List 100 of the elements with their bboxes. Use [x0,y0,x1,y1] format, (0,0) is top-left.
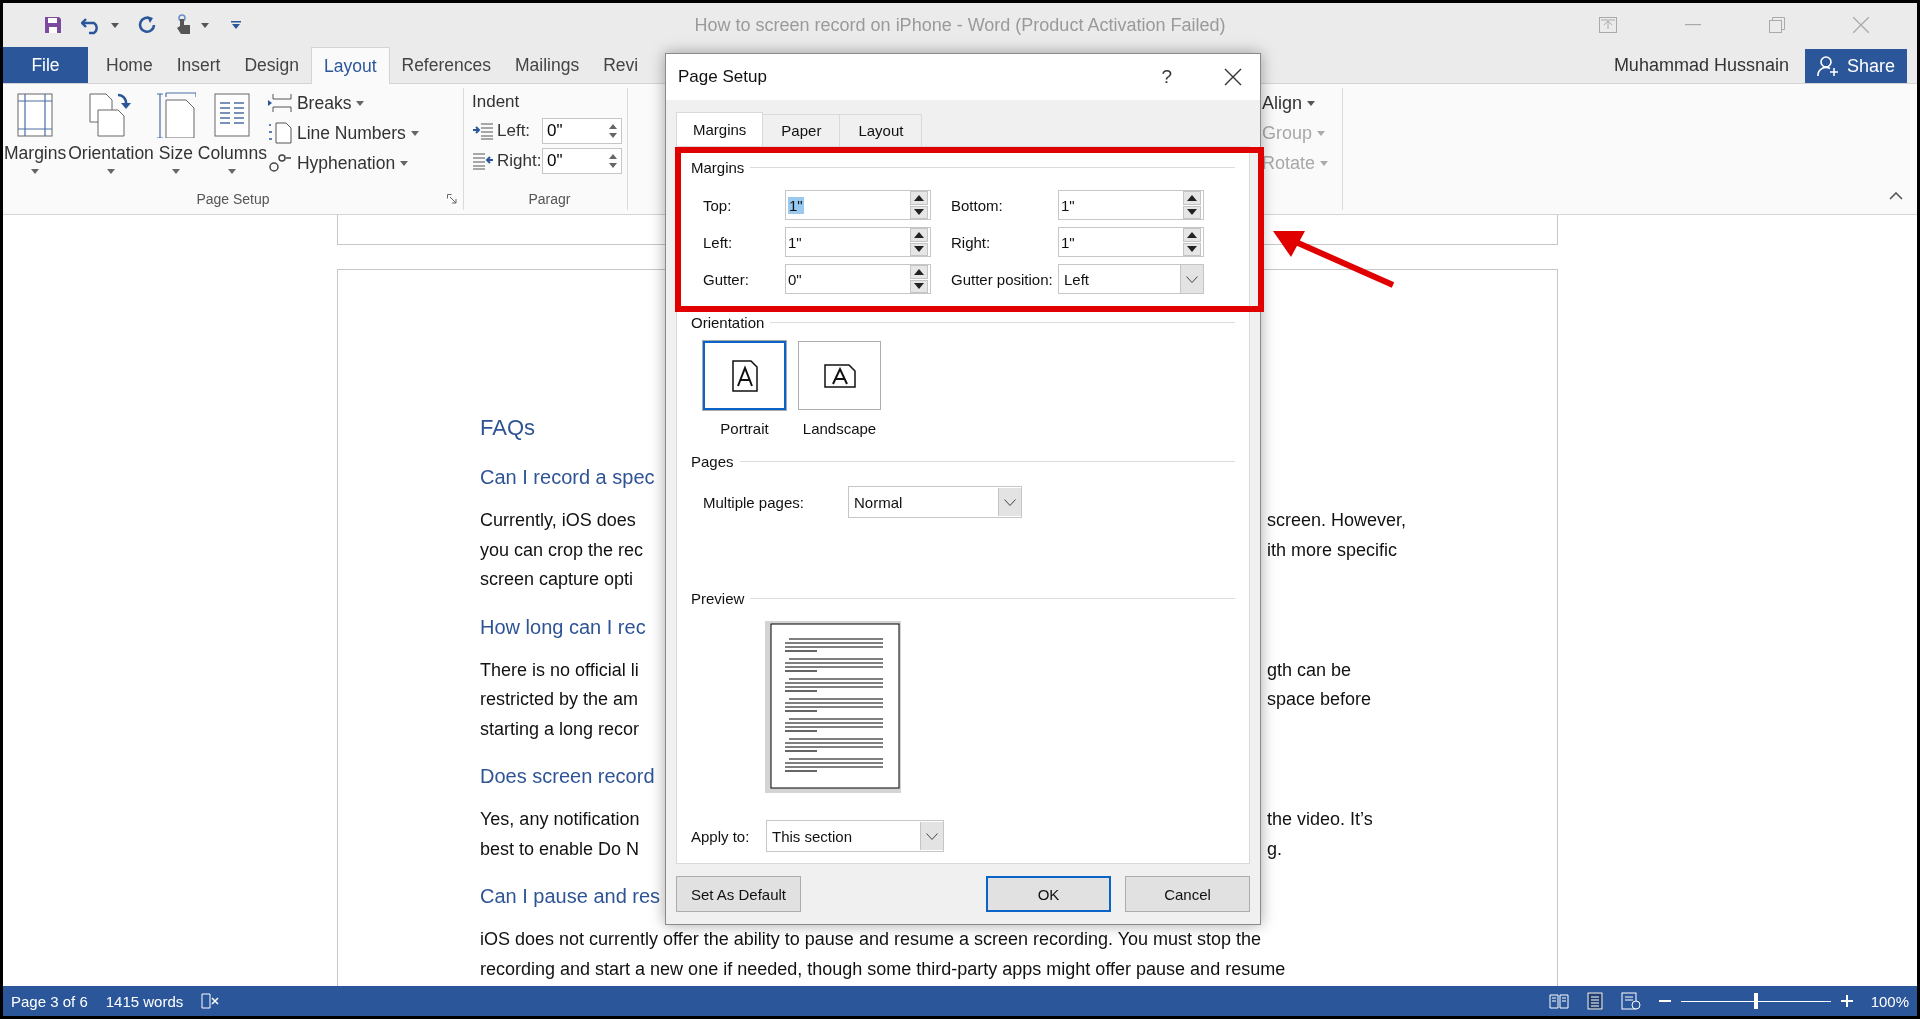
dialog-button[interactable]: Set As Default [676,876,801,912]
caret-icon [1320,160,1329,166]
field-label: Multiple pages: [703,493,805,511]
spinner-icon[interactable] [910,228,928,256]
touch-icon[interactable] [175,14,193,36]
field-label: Left: [703,233,734,251]
window-title: How to screen record on iPhone - Word (Product Activation Failed) [693,14,1227,36]
chevron-down-icon [1004,498,1016,506]
field-label: Bottom: [950,196,1004,214]
caret-icon [228,169,237,174]
spin-field[interactable]: 1" [785,190,931,220]
spinner-icon[interactable] [910,191,928,219]
spin-field[interactable]: 1" [1058,190,1204,220]
ribbon-button[interactable]: Hyphenation [267,150,419,176]
caret-icon [1317,130,1326,136]
field-label: Top: [703,196,733,214]
paragraph-line: gth can be [1266,658,1353,682]
page-count[interactable]: Page 3 of 6 [11,992,88,1010]
dialog-button[interactable]: OK [986,876,1111,912]
spin-field[interactable]: 1" [1058,227,1204,257]
word-count[interactable]: 1415 words [105,992,184,1010]
paragraph-line: g. [1266,837,1283,861]
ribbon-tab[interactable]: Design [232,47,311,83]
field-label: Gutter position: [950,270,1054,288]
save-icon[interactable] [43,15,63,35]
portrait-page-icon [731,359,758,392]
ribbon-button[interactable]: Size [154,88,197,184]
ribbon-tab[interactable]: Home [94,47,165,83]
ribbon-tab[interactable]: Layout [310,47,390,84]
caret-icon [171,169,180,174]
file-tab[interactable]: File [3,47,88,83]
ribbon-button[interactable]: Align [1262,90,1329,116]
heading-text: FAQs [480,414,536,442]
paragraph-line: you can crop the rec [480,538,645,562]
section-heading: Orientation [691,314,765,331]
chevron-down-icon [926,832,938,840]
help-button[interactable]: ? [1161,66,1172,88]
dialog-tab[interactable]: Layout [839,114,923,146]
spinner-icon[interactable] [910,265,928,293]
indent-label: Left: [497,121,532,141]
dialog-tab[interactable]: Margins [676,112,764,146]
section-heading: Margins [691,159,745,176]
user-name: Muhammad Hussnain [1613,54,1789,76]
paragraph-line: screen capture opti [480,568,635,591]
ribbon-tab[interactable]: Insert [164,47,233,83]
margins-icon [17,92,54,138]
dropdown-field[interactable]: Left [1058,264,1204,294]
spinner-icon[interactable] [1183,228,1201,256]
dialog-title: Page Setup [678,67,767,87]
heading-text: Can I record a spec [480,465,656,490]
group-label: Paragr [528,191,571,207]
paragraph-line: best to enable Do N [480,837,641,861]
columns-icon [214,92,251,138]
web-layout-icon[interactable] [1620,992,1641,1010]
zoom-level[interactable]: 100% [1870,992,1909,1010]
indent-field[interactable]: 0" [542,148,622,174]
indent-right-icon [472,152,494,170]
field-label: Gutter: [703,270,750,288]
heading-text: Does screen record [480,764,656,789]
caret-icon [1307,100,1316,106]
ribbon-tab[interactable]: References [389,47,503,83]
collapse-ribbon-icon[interactable] [1889,192,1903,200]
paragraph-line: the video. It’s [1266,808,1374,831]
share-button[interactable]: Share [1804,49,1907,83]
caret-icon[interactable] [201,22,209,28]
print-layout-icon[interactable] [1586,992,1603,1010]
caret-icon[interactable] [111,22,119,28]
dropdown-field[interactable]: This section [766,820,944,852]
paragraph-line: recording and start a new one if needed, though some third-party apps might offer pause and resume [480,957,1287,981]
indent-field[interactable]: 0" [542,118,622,144]
landscape-page-icon [823,363,856,388]
dropdown-field[interactable]: Normal [848,486,1022,518]
indent-left-icon [472,122,494,140]
ribbon-tab[interactable]: Revi [591,47,651,83]
heading-text: How long can I rec [480,614,647,640]
group-label: Page Setup [196,191,270,207]
ribbon-button[interactable]: Line Numbers [267,120,419,146]
ribbon-button[interactable]: Breaks [267,90,419,116]
paragraph-line: space before [1266,688,1373,711]
heading-text: Can I pause and res [480,884,662,909]
paragraph-line: There is no official li [480,658,640,682]
spin-field[interactable]: 1" [785,227,931,257]
dialog-launcher-icon[interactable] [447,194,457,204]
dialog-button[interactable]: Cancel [1125,876,1250,912]
ribbon-button[interactable]: Columns [196,88,268,184]
spin-field[interactable]: 0" [785,264,931,294]
zoom-in-button[interactable] [1840,995,1853,1007]
spinner-icon[interactable] [1183,191,1201,219]
ribbon-button[interactable]: Margins [3,88,68,184]
close-icon[interactable] [1224,68,1242,86]
caret-icon [31,169,40,174]
read-mode-icon[interactable] [1548,993,1569,1009]
customize-icon[interactable] [231,21,241,29]
redo-icon[interactable] [137,15,157,35]
ribbon-tab[interactable]: Mailings [503,47,592,83]
caret-icon [410,130,419,136]
field-label: Apply to: [691,827,751,845]
page-break-icon [267,93,292,113]
ribbon-button[interactable]: Orientation [67,88,155,184]
proofing-icon[interactable] [201,993,220,1009]
